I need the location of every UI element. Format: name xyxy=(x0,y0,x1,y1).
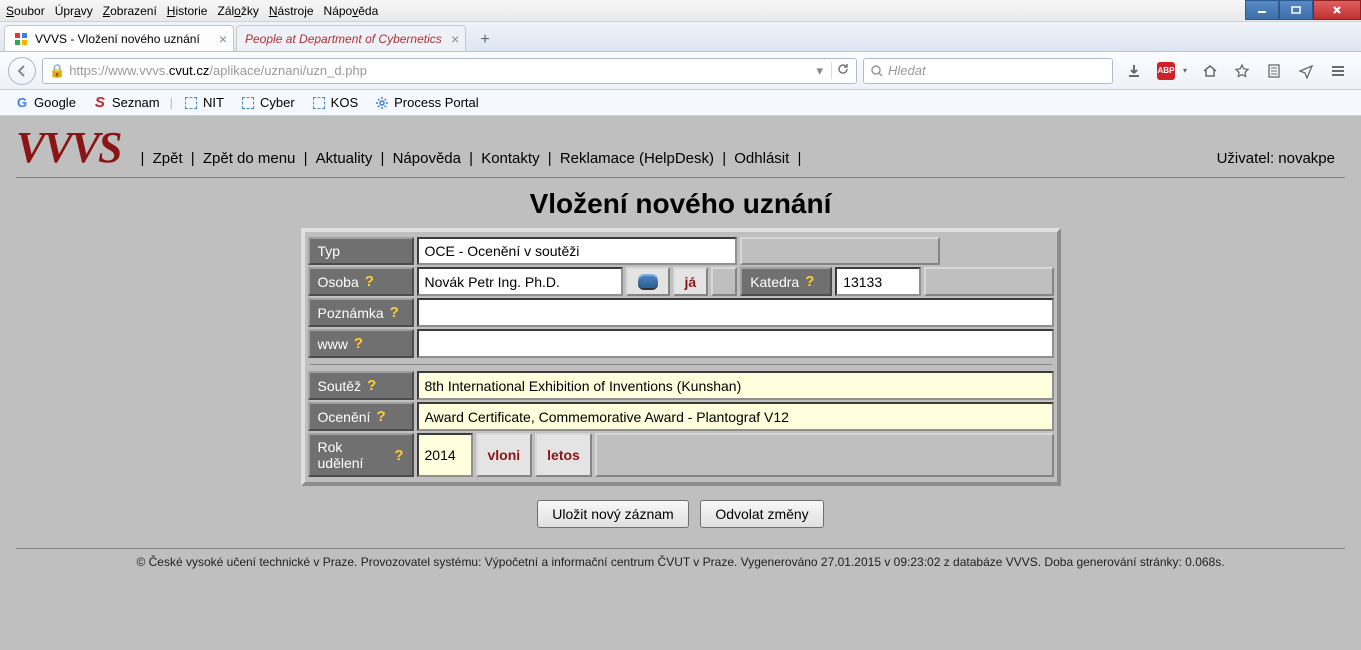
field-katedra[interactable] xyxy=(835,267,921,296)
back-button[interactable] xyxy=(8,57,36,85)
cancel-button[interactable]: Odvolat změny xyxy=(700,500,823,528)
tab-close-icon[interactable]: × xyxy=(219,31,227,47)
menu-napoveda[interactable]: Nápověda xyxy=(324,4,379,18)
browser-navbar: 🔒 https://www.vvvs.cvut.cz/aplikace/uzna… xyxy=(0,52,1361,90)
menu-zobrazeni[interactable]: Zobrazení xyxy=(103,4,157,18)
menu-soubor[interactable]: Soubor xyxy=(6,4,45,18)
nav-aktuality[interactable]: Aktuality xyxy=(312,150,377,167)
seznam-icon: S xyxy=(92,95,108,111)
url-dropdown-icon[interactable]: ▾ xyxy=(812,63,827,79)
help-icon[interactable]: ? xyxy=(394,447,403,464)
app-logo: VVVS xyxy=(16,122,121,173)
bookmark-kos[interactable]: KOS xyxy=(305,93,364,113)
vloni-button[interactable]: vloni xyxy=(476,433,533,477)
downloads-icon[interactable] xyxy=(1125,62,1143,80)
browser-tab-inactive[interactable]: People at Department of Cybernetics × xyxy=(236,25,466,51)
menu-historie[interactable]: Historie xyxy=(167,4,208,18)
url-bar[interactable]: 🔒 https://www.vvvs.cvut.cz/aplikace/uzna… xyxy=(42,58,857,84)
help-icon[interactable]: ? xyxy=(365,273,374,290)
bookmark-seznam[interactable]: SSeznam xyxy=(86,93,166,113)
menu-upravy[interactable]: Úpravy xyxy=(55,4,93,18)
gear-icon xyxy=(374,95,390,111)
nav-napoveda[interactable]: Nápověda xyxy=(389,150,465,167)
google-icon: G xyxy=(14,95,30,111)
home-icon[interactable] xyxy=(1201,62,1219,80)
label-katedra: Katedra? xyxy=(740,267,832,296)
label-typ: Typ xyxy=(308,237,414,265)
bookmark-google[interactable]: GGoogle xyxy=(8,93,82,113)
bookmark-cyber[interactable]: Cyber xyxy=(234,93,301,113)
label-osoba: Osoba? xyxy=(308,267,414,296)
bookmark-nit[interactable]: NIT xyxy=(177,93,230,113)
label-www: www? xyxy=(308,329,414,358)
nav-zpet-menu[interactable]: Zpět do menu xyxy=(199,150,300,167)
page-title: Vložení nového uznání xyxy=(0,188,1361,220)
tab-close-icon[interactable]: × xyxy=(451,31,459,47)
lock-icon: 🔒 xyxy=(49,63,65,79)
page-viewport: VVVS | Zpět | Zpět do menu | Aktuality |… xyxy=(0,116,1361,650)
bookmarks-toolbar: GGoogle SSeznam | NIT Cyber KOS Process … xyxy=(0,90,1361,116)
field-poznamka[interactable] xyxy=(417,298,1054,327)
field-osoba[interactable] xyxy=(417,267,623,296)
ja-button[interactable]: já xyxy=(673,267,709,296)
help-icon[interactable]: ? xyxy=(390,304,399,321)
send-icon[interactable] xyxy=(1297,62,1315,80)
nav-zpet[interactable]: Zpět xyxy=(149,150,187,167)
bookmark-star-icon[interactable] xyxy=(1233,62,1251,80)
os-menubar[interactable]: Soubor Úpravy Zobrazení Historie Záložky… xyxy=(0,0,1361,22)
page-footer: © České vysoké učení technické v Praze. … xyxy=(16,548,1345,569)
field-oceneni[interactable] xyxy=(417,402,1054,431)
search-bar[interactable]: Hledat xyxy=(863,58,1113,84)
help-icon[interactable]: ? xyxy=(805,273,814,290)
menu-zalozky[interactable]: Záložky xyxy=(217,4,258,18)
letos-button[interactable]: letos xyxy=(535,433,592,477)
abp-icon[interactable]: ABP xyxy=(1157,62,1175,80)
help-icon[interactable]: ? xyxy=(367,377,376,394)
window-minimize-button[interactable] xyxy=(1245,0,1279,20)
menu-nastroje[interactable]: Nástroje xyxy=(269,4,314,18)
url-text: https://www.vvvs.cvut.cz/aplikace/uznani… xyxy=(69,63,367,78)
help-icon[interactable]: ? xyxy=(376,408,385,425)
tab-title: VVVS - Vložení nového uznání xyxy=(35,32,200,46)
bookmark-process-portal[interactable]: Process Portal xyxy=(368,93,485,113)
help-icon[interactable]: ? xyxy=(354,335,363,352)
user-info: Uživatel: novakpe xyxy=(1217,150,1345,173)
label-soutez: Soutěž? xyxy=(308,371,414,400)
database-icon xyxy=(638,276,658,288)
new-tab-button[interactable]: + xyxy=(472,29,498,51)
field-soutez[interactable] xyxy=(417,371,1054,400)
field-rok[interactable] xyxy=(417,433,473,477)
label-poznamka: Poznámka? xyxy=(308,298,414,327)
search-placeholder: Hledat xyxy=(888,63,926,78)
label-oceneni: Ocenění? xyxy=(308,402,414,431)
browser-tab-strip: VVVS - Vložení nového uznání × People at… xyxy=(0,22,1361,52)
favicon-icon xyxy=(13,31,29,47)
reading-list-icon[interactable] xyxy=(1265,62,1283,80)
abp-chevron-icon[interactable]: ▾ xyxy=(1183,66,1187,75)
field-typ: OCE - Ocenění v soutěži xyxy=(417,237,737,265)
window-close-button[interactable] xyxy=(1313,0,1361,20)
page-icon xyxy=(311,95,327,111)
lookup-person-button[interactable] xyxy=(626,267,670,296)
tab-title: People at Department of Cybernetics xyxy=(245,32,442,46)
app-topnav: | Zpět | Zpět do menu | Aktuality | Nápo… xyxy=(141,150,802,173)
page-icon xyxy=(240,95,256,111)
label-rok: Rok udělení? xyxy=(308,433,414,477)
form-panel: Typ OCE - Ocenění v soutěži Osoba? já Ka… xyxy=(301,228,1061,486)
hamburger-menu-icon[interactable] xyxy=(1329,62,1347,80)
field-www[interactable] xyxy=(417,329,1054,358)
save-button[interactable]: Uložit nový záznam xyxy=(537,500,688,528)
search-icon xyxy=(870,64,884,78)
window-maximize-button[interactable] xyxy=(1279,0,1313,20)
reload-button[interactable] xyxy=(831,62,850,79)
browser-tab-active[interactable]: VVVS - Vložení nového uznání × xyxy=(4,25,234,51)
nav-odhlasit[interactable]: Odhlásit xyxy=(730,150,793,167)
nav-kontakty[interactable]: Kontakty xyxy=(477,150,543,167)
nav-reklamace[interactable]: Reklamace (HelpDesk) xyxy=(556,150,718,167)
page-icon xyxy=(183,95,199,111)
